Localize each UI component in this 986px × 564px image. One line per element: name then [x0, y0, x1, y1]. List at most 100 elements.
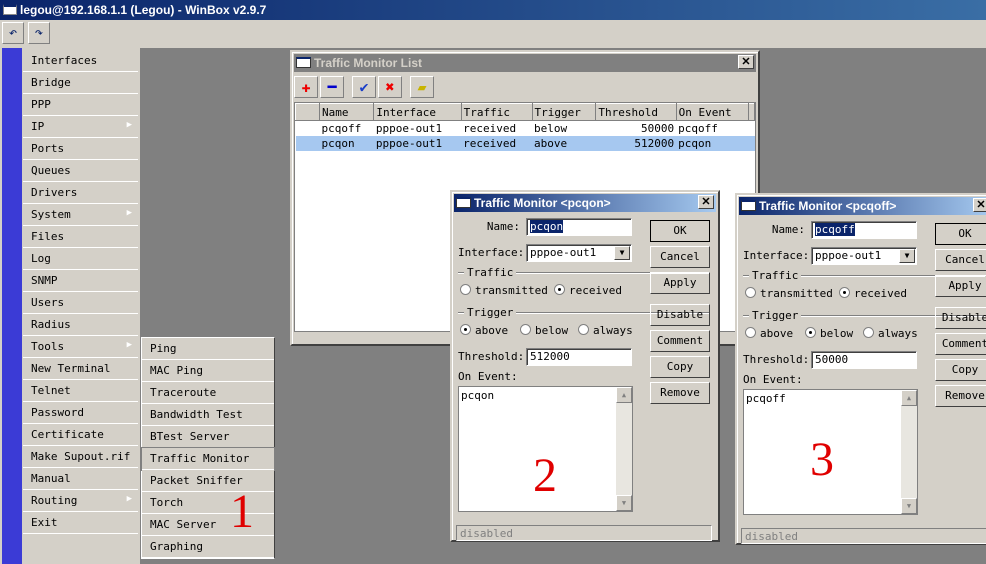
menu-item-password[interactable]: Password [23, 402, 138, 424]
column-header[interactable]: Name [318, 103, 375, 121]
copy-button[interactable]: Copy [935, 359, 986, 381]
name-input[interactable]: pcqoff [811, 221, 917, 239]
menu-item-new-terminal[interactable]: New Terminal [23, 358, 138, 380]
menu-item-make-supout-rif[interactable]: Make Supout.rif [23, 446, 138, 468]
menu-item-files[interactable]: Files [23, 226, 138, 248]
radio-label: above [760, 327, 794, 340]
comment-button[interactable]: Comment [650, 330, 710, 352]
submenu-item-btest-server[interactable]: BTest Server [142, 426, 274, 448]
close-button[interactable]: ✕ [698, 195, 714, 209]
menu-item-tools[interactable]: Tools ▶ [23, 336, 138, 358]
menu-item-ip[interactable]: IP ▶ [23, 116, 138, 138]
submenu-item-mac-ping[interactable]: MAC Ping [142, 360, 274, 382]
remove-button[interactable]: Remove [935, 385, 986, 407]
redo-button[interactable]: ↷ [28, 22, 50, 44]
radio-above[interactable]: above [460, 324, 508, 337]
menu-item-label: Bridge [31, 76, 71, 89]
name-input[interactable]: pcqon [526, 218, 632, 236]
menu-item-radius[interactable]: Radius [23, 314, 138, 336]
menu-item-log[interactable]: Log [23, 248, 138, 270]
dialog-title: Traffic Monitor <pcqoff> [759, 199, 897, 213]
comment-button[interactable]: Comment [935, 333, 986, 355]
menu-item-label: Queues [31, 164, 71, 177]
menu-item-users[interactable]: Users [23, 292, 138, 314]
menu-item-interfaces[interactable]: Interfaces [23, 50, 138, 72]
menu-item-system[interactable]: System ▶ [23, 204, 138, 226]
menu-item-exit[interactable]: Exit [23, 512, 138, 534]
submenu-item-ping[interactable]: Ping [142, 338, 274, 360]
ok-button[interactable]: OK [650, 220, 710, 242]
interface-value: pppoe-out1 [530, 246, 597, 259]
table-row[interactable]: pcqoff pppoe-out1 received below 50000 pcqoff [296, 121, 755, 136]
scroll-down-icon[interactable]: ▼ [901, 498, 917, 514]
column-header[interactable]: Threshold [595, 103, 677, 121]
radio-received[interactable]: received [839, 287, 907, 300]
ok-button[interactable]: OK [935, 223, 986, 245]
remove-button[interactable]: Remove [650, 382, 710, 404]
apply-button[interactable]: Apply [935, 275, 986, 297]
interface-select[interactable]: pppoe-out1 ▼ [811, 247, 917, 265]
table-cell: 512000 [595, 135, 677, 151]
disable-button[interactable]: Disable [650, 304, 710, 326]
column-header[interactable]: Interface [373, 103, 462, 121]
comment-button[interactable]: ▰ [410, 76, 434, 98]
radio-below[interactable]: below [805, 327, 853, 340]
menu-item-routing[interactable]: Routing ▶ [23, 490, 138, 512]
status-text: disabled [745, 530, 798, 543]
copy-button[interactable]: Copy [650, 356, 710, 378]
menu-item-bridge[interactable]: Bridge [23, 72, 138, 94]
scroll-down-icon[interactable]: ▼ [616, 495, 632, 511]
radio-received[interactable]: received [554, 284, 622, 297]
on-event-value: pcqon [461, 389, 495, 402]
menu-item-certificate[interactable]: Certificate [23, 424, 138, 446]
radio-always[interactable]: always [863, 327, 918, 340]
menu-item-snmp[interactable]: SNMP [23, 270, 138, 292]
remove-button[interactable]: ━ [320, 76, 344, 98]
radio-always[interactable]: always [578, 324, 633, 337]
submenu-item-traceroute[interactable]: Traceroute [142, 382, 274, 404]
scrollbar[interactable]: ▲ ▼ [616, 387, 632, 511]
disable-button[interactable]: ✖ [378, 76, 402, 98]
close-button[interactable]: ✕ [973, 198, 986, 212]
menu-item-ppp[interactable]: PPP [23, 94, 138, 116]
add-button[interactable]: ✚ [294, 76, 318, 98]
menu-item-queues[interactable]: Queues [23, 160, 138, 182]
table-row[interactable]: pcqon pppoe-out1 received above 512000 pcqon [295, 135, 755, 151]
menu-item-label: Routing [31, 494, 78, 507]
undo-button[interactable]: ↶ [2, 22, 24, 44]
name-label: Name: [771, 223, 805, 236]
scrollbar[interactable]: ▲ ▼ [901, 390, 917, 514]
interface-select[interactable]: pppoe-out1 ▼ [526, 244, 632, 262]
submenu-item-packet-sniffer[interactable]: Packet Sniffer [142, 470, 274, 492]
submenu-item-traffic-monitor[interactable]: Traffic Monitor [141, 447, 275, 471]
cancel-button[interactable]: Cancel [935, 249, 986, 271]
radio-transmitted[interactable]: transmitted [745, 287, 833, 300]
chevron-down-icon[interactable]: ▼ [899, 249, 915, 263]
apply-button[interactable]: Apply [650, 272, 710, 294]
close-button[interactable]: ✕ [738, 55, 754, 69]
column-header[interactable]: On Event [675, 103, 749, 121]
menu-item-telnet[interactable]: Telnet [23, 380, 138, 402]
scroll-up-icon[interactable]: ▲ [616, 387, 632, 403]
enable-button[interactable]: ✔ [352, 76, 376, 98]
menu-item-drivers[interactable]: Drivers [23, 182, 138, 204]
radio-below[interactable]: below [520, 324, 568, 337]
submenu-item-mac-server[interactable]: MAC Server [142, 514, 274, 536]
cancel-button[interactable]: Cancel [650, 246, 710, 268]
menu-item-ports[interactable]: Ports [23, 138, 138, 160]
table-cell: received [463, 121, 517, 135]
column-header[interactable]: Trigger [531, 103, 597, 121]
threshold-input[interactable]: 50000 [811, 351, 917, 369]
column-header[interactable]: Traffic [460, 103, 533, 121]
menu-item-manual[interactable]: Manual [23, 468, 138, 490]
radio-above[interactable]: above [745, 327, 793, 340]
submenu-item-graphing[interactable]: Graphing [142, 536, 274, 558]
scroll-up-icon[interactable]: ▲ [901, 390, 917, 406]
radio-transmitted[interactable]: transmitted [460, 284, 548, 297]
threshold-input[interactable]: 512000 [526, 348, 632, 366]
chevron-down-icon[interactable]: ▼ [614, 246, 630, 260]
disable-button[interactable]: Disable [935, 307, 986, 329]
submenu-item-torch[interactable]: Torch [142, 492, 274, 514]
submenu-item-bandwidth-test[interactable]: Bandwidth Test [142, 404, 274, 426]
submenu-item-label: MAC Server [150, 518, 217, 531]
